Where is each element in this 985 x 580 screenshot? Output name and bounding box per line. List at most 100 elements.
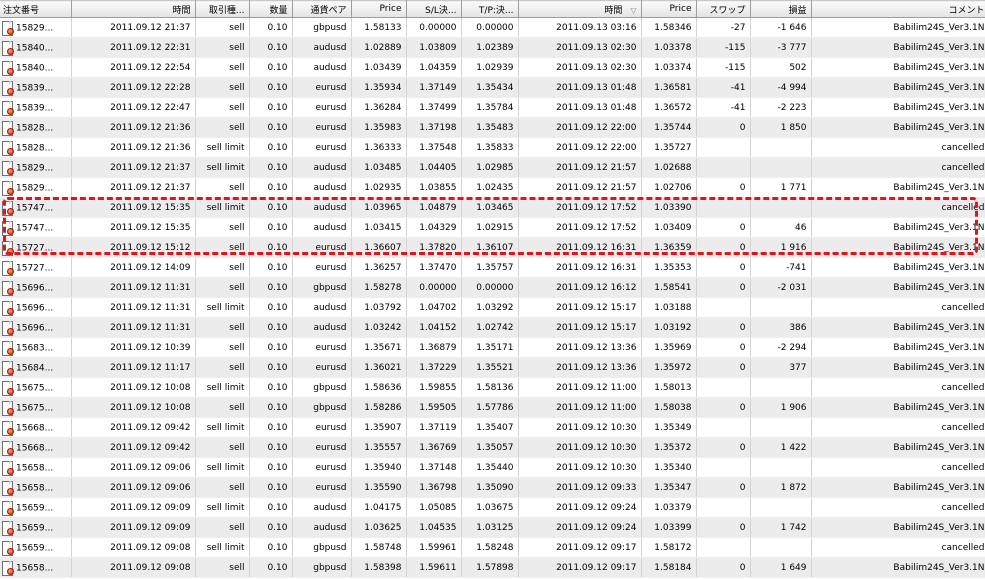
cell-symbol: audusd — [292, 297, 352, 318]
cell-comment: Babilim24S_Ver3.1N — [811, 397, 985, 418]
cell-profit: -1 646 — [750, 17, 812, 38]
cell-profit: -4 994 — [750, 77, 812, 98]
header-open-price[interactable]: Price — [351, 0, 407, 18]
header-close-price-label: Price — [669, 4, 692, 14]
sort-descending-icon: ▽ — [630, 5, 637, 15]
cell-swap: 0 — [696, 117, 751, 138]
table-row[interactable]: 15675... 2011.09.12 10:08 sell limit 0.10 gb… — [0, 377, 985, 398]
header-take-profit[interactable]: T/P:決... — [461, 0, 519, 18]
table-row[interactable]: 15659... 2011.09.12 09:09 sell limit 0.10 au… — [0, 497, 985, 518]
cell-open-price: 1.58748 — [351, 537, 407, 558]
table-row[interactable]: 15839... 2011.09.12 22:47 sell 0.10 eurusd 1.… — [0, 97, 985, 118]
table-row[interactable]: 15747... 2011.09.12 15:35 sell 0.10 audusd 1.… — [0, 217, 985, 238]
header-order-id-label: 注文番号 — [3, 5, 40, 16]
table-row[interactable]: 15684... 2011.09.12 11:17 sell 0.10 eurusd 1.… — [0, 357, 985, 378]
header-open-price-label: Price — [379, 4, 402, 14]
order-document-icon — [2, 160, 14, 176]
table-row[interactable]: 15696... 2011.09.12 11:31 sell 0.10 gbpusd 1.… — [0, 277, 985, 298]
order-id-text: 15696... — [16, 303, 54, 313]
cell-swap: 0 — [696, 177, 751, 198]
table-row[interactable]: 15829... 2011.09.12 21:37 sell limit 0.10 au… — [0, 157, 985, 178]
header-comment[interactable]: コメント — [811, 0, 985, 18]
header-swap[interactable]: スワップ — [696, 0, 751, 18]
cell-order-id: 15839... — [0, 97, 72, 118]
cell-order-id: 15840... — [0, 37, 72, 58]
cell-symbol: eurusd — [292, 117, 352, 138]
header-stop-loss[interactable]: S/L決... — [406, 0, 462, 18]
cell-symbol: eurusd — [292, 237, 352, 258]
cell-swap: 0 — [696, 477, 751, 498]
cell-symbol: eurusd — [292, 357, 352, 378]
table-row[interactable]: 15840... 2011.09.12 22:31 sell 0.10 audusd 1.… — [0, 37, 985, 58]
table-row[interactable]: 15696... 2011.09.12 11:31 sell limit 0.10 au… — [0, 297, 985, 318]
table-row[interactable]: 15668... 2011.09.12 09:42 sell 0.10 eurusd 1.… — [0, 437, 985, 458]
table-row[interactable]: 15658... 2011.09.12 09:06 sell limit 0.10 eu… — [0, 457, 985, 478]
table-row[interactable]: 15828... 2011.09.12 21:36 sell 0.10 eurusd 1.… — [0, 117, 985, 138]
order-document-icon — [2, 420, 14, 436]
cell-close-time: 2011.09.13 03:16 — [518, 17, 642, 38]
cell-order-id: 15684... — [0, 357, 72, 378]
cell-order-type: sell limit — [195, 137, 250, 158]
cell-swap — [696, 137, 751, 158]
cell-order-type: sell — [195, 117, 250, 138]
cell-open-price: 1.58636 — [351, 377, 407, 398]
cell-open-price: 1.03792 — [351, 297, 407, 318]
cell-comment: Babilim24S_Ver3.1N — [811, 517, 985, 538]
table-row[interactable]: 15829... 2011.09.12 21:37 sell 0.10 gbpusd 1.… — [0, 17, 985, 38]
table-row[interactable]: 15658... 2011.09.12 09:08 sell 0.10 gbpusd 1.… — [0, 557, 985, 578]
cell-close-price: 1.03390 — [641, 197, 697, 218]
table-row[interactable]: 15658... 2011.09.12 09:06 sell 0.10 eurusd 1.… — [0, 477, 985, 498]
cell-take-profit: 1.02435 — [461, 177, 519, 198]
cell-symbol: eurusd — [292, 477, 352, 498]
order-document-icon — [2, 60, 14, 76]
table-row[interactable]: 15668... 2011.09.12 09:42 sell limit 0.10 eu… — [0, 417, 985, 438]
table-row[interactable]: 15675... 2011.09.12 10:08 sell 0.10 gbpusd 1.… — [0, 397, 985, 418]
table-row[interactable]: 15727... 2011.09.12 15:12 sell 0.10 eurusd 1.… — [0, 237, 985, 258]
table-row[interactable]: 15659... 2011.09.12 09:09 sell 0.10 audusd 1.… — [0, 517, 985, 538]
table-row[interactable]: 15747... 2011.09.12 15:35 sell limit 0.10 au… — [0, 197, 985, 218]
cell-order-type: sell — [195, 257, 250, 278]
header-volume[interactable]: 数量 — [249, 0, 293, 18]
order-document-icon — [2, 360, 14, 376]
cell-symbol: eurusd — [292, 337, 352, 358]
cell-profit: 1 850 — [750, 117, 812, 138]
cell-stop-loss: 1.37820 — [406, 237, 462, 258]
table-row[interactable]: 15839... 2011.09.12 22:28 sell 0.10 eurusd 1.… — [0, 77, 985, 98]
order-id-text: 15675... — [16, 403, 54, 413]
cell-open-time: 2011.09.12 10:08 — [71, 397, 196, 418]
header-order-type[interactable]: 取引種... — [195, 0, 250, 18]
table-row[interactable]: 15683... 2011.09.12 10:39 sell 0.10 eurusd 1.… — [0, 337, 985, 358]
table-row[interactable]: 15659... 2011.09.12 09:08 sell limit 0.10 gb… — [0, 537, 985, 558]
table-row[interactable]: 15828... 2011.09.12 21:36 sell limit 0.10 eu… — [0, 137, 985, 158]
order-document-icon — [2, 400, 14, 416]
cell-profit: 502 — [750, 57, 812, 78]
cell-close-price: 1.35340 — [641, 457, 697, 478]
header-profit[interactable]: 損益 — [750, 0, 812, 18]
header-profit-label: 損益 — [788, 5, 807, 16]
table-row[interactable]: 15727... 2011.09.12 14:09 sell 0.10 eurusd 1.… — [0, 257, 985, 278]
header-close-time[interactable]: 時間 ▽ — [518, 0, 642, 18]
column-header-row: 注文番号 時間 取引種... 数量 通貨ペア Price S/L決... T/P:決... 時間… — [0, 0, 985, 18]
table-row[interactable]: 15840... 2011.09.12 22:54 sell 0.10 audusd 1.… — [0, 57, 985, 78]
cell-order-type: sell limit — [195, 417, 250, 438]
cell-order-type: sell limit — [195, 197, 250, 218]
header-close-price[interactable]: Price — [641, 0, 697, 18]
header-open-time[interactable]: 時間 — [71, 0, 196, 18]
table-row[interactable]: 15829... 2011.09.12 21:37 sell 0.10 audusd 1.… — [0, 177, 985, 198]
header-order-id[interactable]: 注文番号 — [0, 0, 72, 18]
order-id-text: 15747... — [16, 203, 54, 213]
order-id-text: 15659... — [16, 503, 54, 513]
cell-order-type: sell — [195, 557, 250, 578]
table-row[interactable]: 15696... 2011.09.12 11:31 sell 0.10 audusd 1.… — [0, 317, 985, 338]
header-symbol[interactable]: 通貨ペア — [292, 0, 352, 18]
account-history-grid: 注文番号 時間 取引種... 数量 通貨ペア Price S/L決... T/P:決... 時間… — [0, 0, 985, 580]
cell-volume: 0.10 — [249, 117, 293, 138]
cell-volume: 0.10 — [249, 237, 293, 258]
cell-order-id: 15658... — [0, 477, 72, 498]
cell-comment: cancelled — [811, 297, 985, 318]
cell-take-profit: 1.58136 — [461, 377, 519, 398]
cell-comment: Babilim24S_Ver3.1N — [811, 277, 985, 298]
cell-comment: cancelled — [811, 137, 985, 158]
cell-volume: 0.10 — [249, 437, 293, 458]
cell-swap: 0 — [696, 397, 751, 418]
